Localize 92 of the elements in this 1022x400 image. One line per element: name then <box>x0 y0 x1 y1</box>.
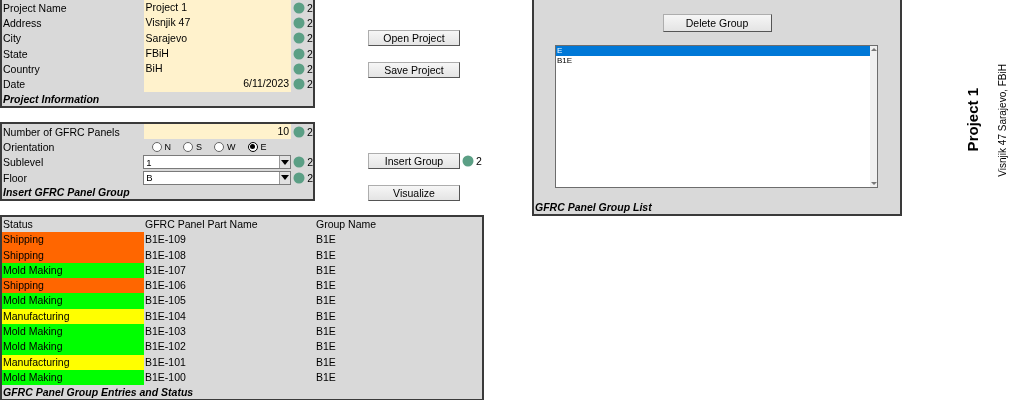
count-label: 2 <box>307 171 313 184</box>
table-cell-text: B1E <box>315 324 337 340</box>
status-circle-icon <box>293 171 306 184</box>
list-box[interactable]: E B1E <box>555 45 878 188</box>
radio-label: N <box>164 141 172 152</box>
radio-label: W <box>227 141 236 152</box>
scrollbar[interactable] <box>870 46 877 187</box>
caret-icon <box>279 156 291 169</box>
list-item[interactable]: B1E <box>556 56 870 66</box>
table-cell-text: B1E <box>315 247 337 263</box>
column-header: Group Name <box>315 217 378 232</box>
field-label: Project Name <box>2 1 68 14</box>
table-cell-text: B1E-105 <box>144 293 187 309</box>
radio-button[interactable] <box>151 141 162 152</box>
scroll-down-arrow-icon[interactable] <box>870 182 877 185</box>
table-cell-text: B1E <box>315 278 337 294</box>
table-cell-text: B1E-100 <box>144 369 187 385</box>
count-label: 2 <box>307 1 313 14</box>
dropdown-field[interactable]: 1 <box>143 155 292 170</box>
field-label: Address <box>2 16 43 29</box>
table-cell-text: B1E <box>315 232 337 248</box>
input-field[interactable]: Visnjik 47 <box>143 15 292 31</box>
table-cell-text: B1E <box>315 369 337 385</box>
action-button[interactable]: Insert Group <box>368 153 460 169</box>
scroll-up-arrow-icon[interactable] <box>870 48 877 51</box>
table-cell-text: B1E <box>315 262 337 278</box>
count-label: 2 <box>307 32 313 45</box>
status-cell: Mold Making <box>2 293 144 309</box>
count-label: 2 <box>307 156 313 169</box>
field-label: Date <box>2 78 27 91</box>
radio-button[interactable] <box>214 141 225 152</box>
delete-group-button[interactable]: Delete Group <box>662 14 772 32</box>
action-button[interactable]: Visualize <box>368 185 460 201</box>
panel-caption: Project Information <box>2 91 100 106</box>
vertical-title: Project 1 <box>964 88 981 152</box>
status-cell: Shipping <box>2 232 144 248</box>
status-cell: Shipping <box>2 278 144 294</box>
radio-label: E <box>260 141 267 152</box>
table-cell-text: B1E-108 <box>144 247 187 263</box>
field-label: Country <box>2 62 41 75</box>
radio-button[interactable] <box>247 141 258 152</box>
table-cell-text: B1E-101 <box>144 354 187 370</box>
field-label: Number of GFRC Panels <box>2 125 121 138</box>
table-cell-text: B1E-104 <box>144 308 187 324</box>
table-cell-text: B1E-107 <box>144 262 187 278</box>
input-field[interactable]: 10 <box>143 124 292 140</box>
field-label: City <box>2 32 23 45</box>
dropdown-field[interactable]: B <box>143 170 292 185</box>
status-cell: Mold Making <box>2 324 144 340</box>
status-cell: Mold Making <box>2 339 144 355</box>
table-cell-text: B1E <box>315 339 337 355</box>
input-field[interactable]: 6/11/2023 <box>143 76 292 92</box>
table-cell-text: B1E-102 <box>144 339 187 355</box>
status-circle-icon <box>293 125 306 138</box>
table-cell-text: B1E-106 <box>144 278 187 294</box>
status-circle-icon <box>293 78 306 91</box>
panel-caption: Insert GFRC Panel Group <box>2 185 130 200</box>
status-circle-icon <box>293 16 306 29</box>
panel-caption: GFRC Panel Group Entries and Status <box>2 385 194 400</box>
table-cell-text: B1E <box>315 354 337 370</box>
status-circle-icon <box>293 156 306 169</box>
table-cell-text: B1E <box>315 308 337 324</box>
radio-button[interactable] <box>183 141 194 152</box>
column-header: GFRC Panel Part Name <box>144 217 259 232</box>
status-circle-icon <box>293 1 306 14</box>
column-header: Status <box>2 217 34 232</box>
count-label: 2 <box>307 16 313 29</box>
count-label: 2 <box>307 47 313 60</box>
status-circle-icon <box>293 47 306 60</box>
caret-icon <box>279 171 291 184</box>
panel-caption: GFRC Panel Group List <box>534 200 652 214</box>
field-label: Sublevel <box>2 156 45 169</box>
action-button[interactable]: Open Project <box>368 30 460 46</box>
input-field[interactable]: BiH <box>143 61 292 77</box>
count-label: 2 <box>307 78 313 91</box>
table-cell-text: B1E <box>315 293 337 309</box>
table-cell-text: B1E-109 <box>144 232 187 248</box>
field-label: Orientation <box>2 140 56 153</box>
action-button[interactable]: Save Project <box>368 62 460 78</box>
input-field[interactable]: Project 1 <box>143 0 292 16</box>
count-label: 2 <box>476 155 482 167</box>
status-circle-icon <box>293 32 306 45</box>
radio-label: S <box>196 141 203 152</box>
count-label: 2 <box>307 62 313 75</box>
status-circle-icon <box>293 62 306 75</box>
status-circle-icon <box>462 155 474 167</box>
field-label: Floor <box>2 171 28 184</box>
vertical-subtitle: Visnjik 47 Sarajevo, FBiH <box>997 63 1008 177</box>
field-label: State <box>2 47 29 60</box>
table-cell-text: B1E-103 <box>144 324 187 340</box>
count-label: 2 <box>307 125 313 138</box>
list-item[interactable]: E <box>556 46 870 56</box>
